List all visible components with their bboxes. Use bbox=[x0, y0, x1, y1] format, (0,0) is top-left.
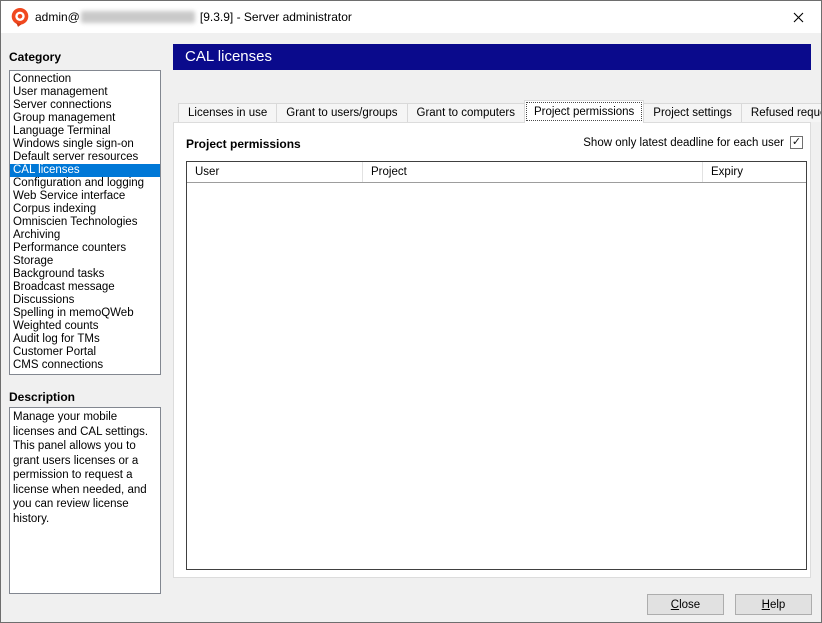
window-close-button[interactable] bbox=[783, 1, 813, 33]
title-user: admin@ bbox=[35, 10, 80, 24]
sidebar-item-corpus-indexing[interactable]: Corpus indexing bbox=[10, 203, 160, 216]
sidebar-item-performance-counters[interactable]: Performance counters bbox=[10, 242, 160, 255]
checkbox-label: Show only latest deadline for each user bbox=[583, 137, 784, 149]
column-header-user[interactable]: User bbox=[187, 162, 363, 182]
sidebar-item-windows-single-sign-on[interactable]: Windows single sign-on bbox=[10, 138, 160, 151]
tab-grant-to-users-groups[interactable]: Grant to users/groups bbox=[276, 103, 407, 122]
column-header-project[interactable]: Project bbox=[363, 162, 703, 182]
sidebar-item-default-server-resources[interactable]: Default server resources bbox=[10, 151, 160, 164]
sidebar-item-omniscien-technologies[interactable]: Omniscien Technologies bbox=[10, 216, 160, 229]
redacted-server-name bbox=[81, 11, 195, 23]
permissions-table: UserProjectExpiry bbox=[186, 161, 807, 570]
sidebar-item-archiving[interactable]: Archiving bbox=[10, 229, 160, 242]
latest-deadline-option: Show only latest deadline for each user … bbox=[583, 136, 803, 149]
page-title: CAL licenses bbox=[173, 44, 811, 70]
column-header-expiry[interactable]: Expiry bbox=[703, 162, 806, 182]
sidebar-item-customer-portal[interactable]: Customer Portal bbox=[10, 346, 160, 359]
sidebar-item-web-service-interface[interactable]: Web Service interface bbox=[10, 190, 160, 203]
sidebar-item-spelling-in-memoqweb[interactable]: Spelling in memoQWeb bbox=[10, 307, 160, 320]
sidebar-item-cal-licenses[interactable]: CAL licenses bbox=[10, 164, 160, 177]
title-bar: admin@ [9.3.9] - Server administrator bbox=[1, 1, 821, 33]
sidebar-item-cms-connections[interactable]: CMS connections bbox=[10, 359, 160, 372]
category-listbox[interactable]: ConnectionUser managementServer connecti… bbox=[9, 70, 161, 375]
sidebar-item-audit-log-for-tms[interactable]: Audit log for TMs bbox=[10, 333, 160, 346]
sidebar-item-storage[interactable]: Storage bbox=[10, 255, 160, 268]
title-version: [9.3.9] - Server administrator bbox=[200, 10, 352, 24]
sidebar-item-group-management[interactable]: Group management bbox=[10, 112, 160, 125]
sidebar-item-configuration-and-logging[interactable]: Configuration and logging bbox=[10, 177, 160, 190]
show-latest-deadline-checkbox[interactable]: ✓ bbox=[790, 136, 803, 149]
sidebar-item-user-management[interactable]: User management bbox=[10, 86, 160, 99]
category-label: Category bbox=[9, 50, 61, 64]
server-administrator-window: admin@ [9.3.9] - Server administrator Cat… bbox=[0, 0, 822, 623]
sidebar-item-discussions[interactable]: Discussions bbox=[10, 294, 160, 307]
table-header-row: UserProjectExpiry bbox=[187, 162, 806, 183]
help-button[interactable]: Help bbox=[735, 594, 812, 615]
tab-strip: Licenses in useGrant to users/groupsGran… bbox=[178, 100, 822, 122]
tab-project-settings[interactable]: Project settings bbox=[643, 103, 742, 122]
sidebar-item-broadcast-message[interactable]: Broadcast message bbox=[10, 281, 160, 294]
tab-panel-project-permissions: Project permissions Show only latest dea… bbox=[173, 122, 811, 578]
section-title: Project permissions bbox=[186, 137, 301, 151]
tab-licenses-in-use[interactable]: Licenses in use bbox=[178, 103, 277, 122]
sidebar-item-language-terminal[interactable]: Language Terminal bbox=[10, 125, 160, 138]
sidebar-item-connection[interactable]: Connection bbox=[10, 73, 160, 86]
description-text: Manage your mobile licenses and CAL sett… bbox=[9, 407, 161, 594]
tab-refused-requests[interactable]: Refused requests bbox=[741, 103, 822, 122]
sidebar-item-weighted-counts[interactable]: Weighted counts bbox=[10, 320, 160, 333]
description-label: Description bbox=[9, 390, 75, 404]
tab-grant-to-computers[interactable]: Grant to computers bbox=[407, 103, 525, 122]
memoq-logo-icon bbox=[10, 7, 30, 27]
window-title: admin@ [9.3.9] - Server administrator bbox=[35, 1, 352, 33]
close-icon bbox=[793, 12, 804, 23]
close-button[interactable]: Close bbox=[647, 594, 724, 615]
tab-project-permissions[interactable]: Project permissions bbox=[524, 100, 644, 123]
sidebar-item-background-tasks[interactable]: Background tasks bbox=[10, 268, 160, 281]
sidebar-item-server-connections[interactable]: Server connections bbox=[10, 99, 160, 112]
